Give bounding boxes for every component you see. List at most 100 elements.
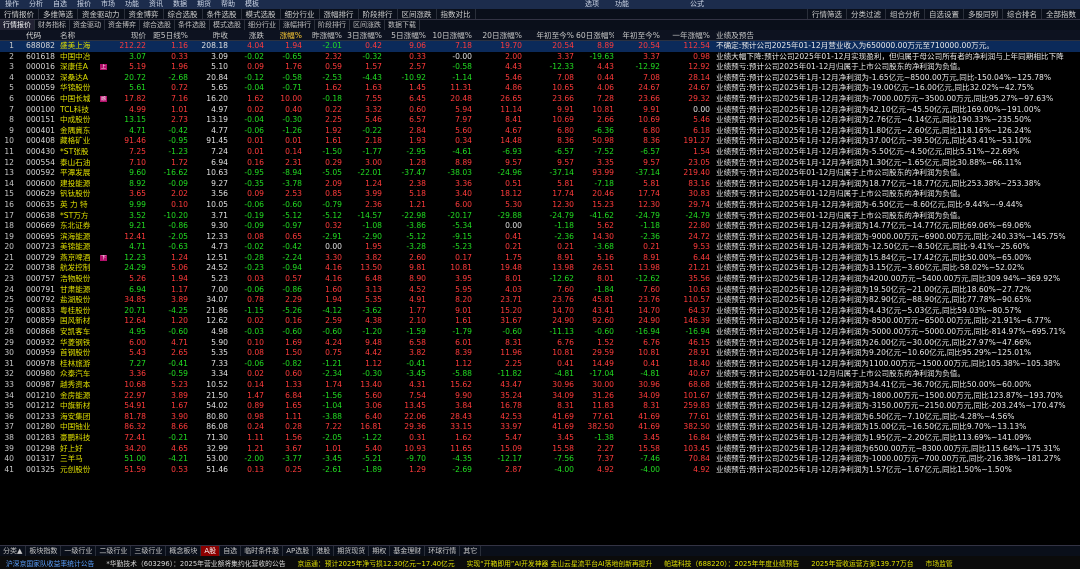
col-header-prev-close[interactable]: 昨收 xyxy=(190,30,228,41)
table-row[interactable]: 18 000669 东北证券 9.21 -0.86 9.30 -0.09 -0.97 0.32 -… xyxy=(0,221,1080,232)
sub-tab[interactable]: 资金博弈 xyxy=(105,20,140,30)
stock-code[interactable]: 000792 xyxy=(26,295,64,306)
stock-name[interactable]: 金房能源 xyxy=(60,391,110,402)
col-header-5day-change[interactable]: 5日涨幅% xyxy=(384,30,426,41)
table-row[interactable]: 23 000757 浩物股份 5.26 1.94 5.23 0.03 0.57 4.16 6.48… xyxy=(0,274,1080,285)
stock-code[interactable]: 000959 xyxy=(26,348,64,359)
category-tab[interactable]: 期货现货 xyxy=(334,546,370,556)
category-tab[interactable]: A股 xyxy=(201,546,221,556)
stock-name[interactable]: 泰山石油 xyxy=(60,158,110,169)
table-row[interactable]: 33 000987 越秀资本 10.68 5.23 10.52 0.14 1.33 1.74 13… xyxy=(0,380,1080,391)
table-row[interactable]: 20 000723 美锦能源 4.71 -0.63 4.73 -0.02 -0.42 0.00 1… xyxy=(0,242,1080,253)
sub-tab[interactable]: 资金驱动 xyxy=(70,20,105,30)
stock-name[interactable]: 首钢股份 xyxy=(60,348,110,359)
stock-code[interactable]: 000791 xyxy=(26,285,64,296)
sub-tab[interactable]: 行情报价 xyxy=(0,20,35,30)
stock-code[interactable]: 001210 xyxy=(26,391,64,402)
stock-name[interactable]: 金隅冀东 xyxy=(60,126,110,137)
col-header-1year-change[interactable]: 一年涨幅% xyxy=(662,30,710,41)
table-row[interactable]: 31 000978 桂林旅游 7.27 -0.41 7.33 -0.06 -0.82 -1.21… xyxy=(0,359,1080,370)
table-row[interactable]: 17 000638 *ST万方 3.52 -10.20 3.71 -0.19 -5.12 -5.… xyxy=(0,211,1080,222)
table-row[interactable]: 19 000695 滨海能源 12.41 -2.05 12.33 0.08 0.65 -2.91… xyxy=(0,232,1080,243)
category-tab[interactable]: 环球行情 xyxy=(425,546,461,556)
stock-name[interactable]: 元创股份 xyxy=(60,465,110,476)
table-row[interactable]: 14 000600 建投能源 8.92 -0.09 9.27 -0.35 -3.78 2.09 1… xyxy=(0,179,1080,190)
stock-code[interactable]: 000100 xyxy=(26,105,64,116)
menu-item[interactable]: 分析 xyxy=(24,0,48,9)
stock-name[interactable]: 盐湖股份 xyxy=(60,295,110,306)
stock-code[interactable]: 000738 xyxy=(26,263,64,274)
table-row[interactable]: 37 001280 中国铀业 86.32 8.66 86.08 0.24 0.28 7.22 16… xyxy=(0,422,1080,433)
category-tab[interactable]: 一级行业 xyxy=(61,546,97,556)
category-tab[interactable]: 概念板块 xyxy=(166,546,202,556)
table-row[interactable]: 13 000592 平潭发展 9.60 -16.62 10.63 -0.95 -8.94 -5.… xyxy=(0,168,1080,179)
stock-name[interactable]: 桂林旅游 xyxy=(60,359,110,370)
table-row[interactable]: 28 000868 安凯客车 4.95 -0.60 4.98 -0.03 -0.60 -0.60… xyxy=(0,327,1080,338)
stock-code[interactable]: 000600 xyxy=(26,179,64,190)
stock-code[interactable]: 000932 xyxy=(26,338,64,349)
tab-item-right[interactable]: 分类过滤 xyxy=(846,9,885,19)
stock-name[interactable]: 中旗新材 xyxy=(60,401,110,412)
tab-item[interactable]: 区间涨跌 xyxy=(398,9,437,19)
stock-code[interactable]: 601618 xyxy=(26,52,64,63)
table-row[interactable]: 3 000016 深康佳A 上 5.19 1.96 5.10 0.09 1.76 0.59 1.57… xyxy=(0,62,1080,73)
table-row[interactable]: 10 000408 藏格矿业 91.46 -0.95 91.45 0.01 0.01 1.61 2… xyxy=(0,136,1080,147)
sub-tab[interactable]: 数据下载 xyxy=(385,20,420,30)
menu-item[interactable]: 资讯 xyxy=(144,0,168,9)
menu-item[interactable]: 模板 xyxy=(240,0,264,9)
sub-tab[interactable]: 综合选股 xyxy=(140,20,175,30)
stock-code[interactable]: 001317 xyxy=(26,454,64,465)
stock-code[interactable]: 001233 xyxy=(26,412,64,423)
table-row[interactable]: 32 000980 众泰汽车 3.36 -0.59 3.34 0.02 0.60 -2.34 -0… xyxy=(0,369,1080,380)
news-item[interactable]: 帕瑞科技（688220）：2025年年度业绩预告 xyxy=(658,558,805,568)
table-row[interactable]: 2 601618 中国中冶 3.07 0.33 3.09 -0.02 -0.65 2.32 -0.… xyxy=(0,52,1080,63)
stock-name[interactable]: 甘肃能源 xyxy=(60,285,110,296)
category-tab[interactable]: 期权 xyxy=(369,546,391,556)
col-header-10day-change[interactable]: 10日涨幅% xyxy=(428,30,472,41)
category-tab[interactable]: 港股 xyxy=(313,546,335,556)
table-row[interactable]: 27 000859 国风新材 12.64 1.20 12.62 0.02 0.16 2.59 4.… xyxy=(0,316,1080,327)
tab-item[interactable]: 涨幅排行 xyxy=(320,9,359,19)
tab-item[interactable]: 条件选股 xyxy=(203,9,242,19)
tab-item-right[interactable]: 组合分析 xyxy=(885,9,924,19)
table-row[interactable]: 29 000932 华菱钢铁 6.00 4.71 5.90 0.10 1.69 4.24 9.48… xyxy=(0,338,1080,349)
col-header-ytd[interactable]: 年初至今% xyxy=(524,30,574,41)
category-tab[interactable]: 其它 xyxy=(460,546,482,556)
tab-item[interactable]: 模式选股 xyxy=(242,9,281,19)
table-row[interactable]: 25 000792 盐湖股份 34.85 3.89 34.07 0.78 2.29 1.94 5.… xyxy=(0,295,1080,306)
news-item[interactable]: 京运通：预计2025年净亏损12.30亿元~17.40亿元 xyxy=(292,558,461,568)
category-tab[interactable]: 自选 xyxy=(220,546,242,556)
menu-title-function[interactable]: 功能 xyxy=(615,0,629,9)
stock-code[interactable]: 000987 xyxy=(26,380,64,391)
sub-tab[interactable]: 细分行业 xyxy=(245,20,280,30)
col-header-change-pct[interactable]: 涨幅% xyxy=(266,30,302,41)
stock-code[interactable]: 001212 xyxy=(26,401,64,412)
sub-tab[interactable]: 区间涨跌 xyxy=(350,20,385,30)
stock-name[interactable]: *ST万方 xyxy=(60,211,110,222)
menu-item[interactable]: 期货 xyxy=(192,0,216,9)
category-tab[interactable]: 二级行业 xyxy=(96,546,132,556)
stock-name[interactable]: 越秀资本 xyxy=(60,380,110,391)
table-row[interactable]: 38 001283 豪鹏科技 72.41 -0.21 71.30 1.11 1.56 -2.05… xyxy=(0,433,1080,444)
category-tab[interactable]: 分类▲ xyxy=(0,546,27,556)
table-row[interactable]: 1 688082 盛美上海 212.22 1.16 208.18 4.04 1.94 -2.01… xyxy=(0,41,1080,52)
sub-tab[interactable]: 条件选股 xyxy=(175,20,210,30)
stock-name[interactable]: 安凯客车 xyxy=(60,327,110,338)
menu-item[interactable]: 数据 xyxy=(168,0,192,9)
news-item[interactable]: *华勤技术（603296）：2025年营业额将集约化营收的公告 xyxy=(100,558,291,568)
stock-name[interactable]: 中国中冶 xyxy=(60,52,110,63)
stock-name[interactable]: 中成股份 xyxy=(60,115,110,126)
stock-name[interactable]: 粤桂股份 xyxy=(60,306,110,317)
table-row[interactable]: 5 000059 华锦股份 5.61 0.72 5.65 -0.04 -0.71 1.62 1.6… xyxy=(0,83,1080,94)
stock-code[interactable]: 000635 xyxy=(26,200,64,211)
sub-tab[interactable]: 阶段排行 xyxy=(315,20,350,30)
stock-name[interactable]: 众泰汽车 xyxy=(60,369,110,380)
tab-item[interactable]: 阶段排行 xyxy=(359,9,398,19)
col-header-name[interactable]: 名称 xyxy=(60,30,110,41)
stock-code[interactable]: 000032 xyxy=(26,73,64,84)
stock-name[interactable]: 钒钛股份 xyxy=(60,189,110,200)
stock-name[interactable]: 海安集团 xyxy=(60,412,110,423)
sub-tab[interactable]: 涨幅排行 xyxy=(280,20,315,30)
table-row[interactable]: 40 001317 三羊马 51.00 -4.21 53.00 -2.00 -3.77 -3.4… xyxy=(0,454,1080,465)
stock-code[interactable]: 000401 xyxy=(26,126,64,137)
